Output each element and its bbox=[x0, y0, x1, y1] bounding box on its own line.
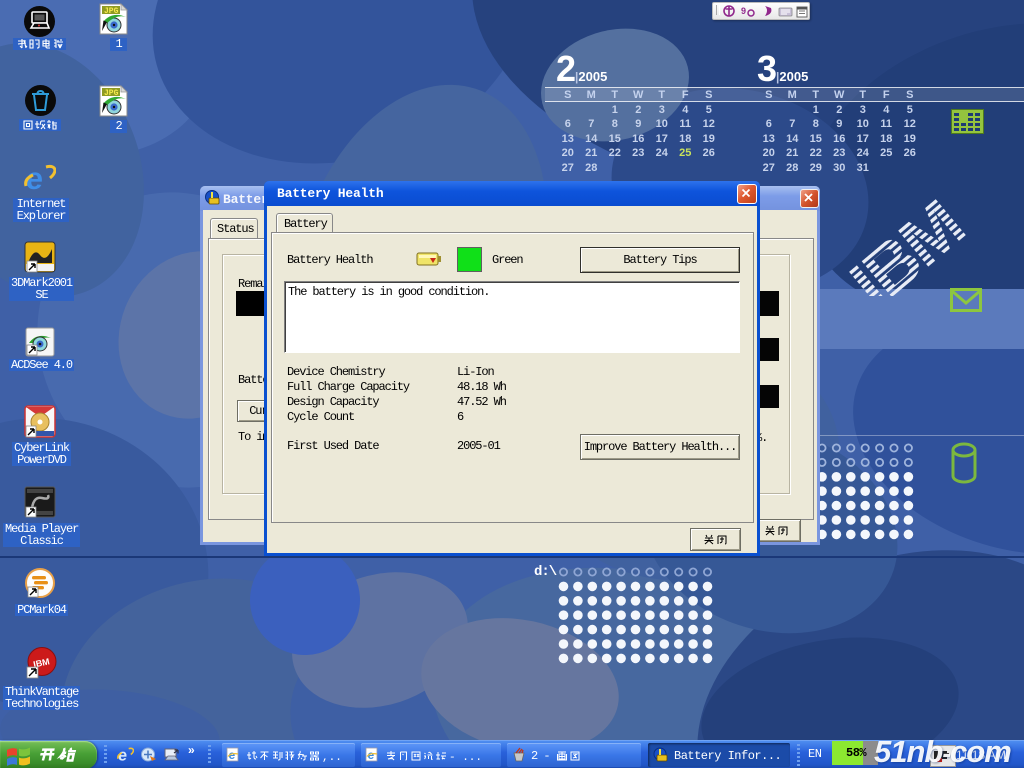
svg-text:,...: ,... bbox=[322, 752, 344, 763]
svg-text:IBM: IBM bbox=[840, 192, 977, 296]
svg-text:- ...: - ... bbox=[449, 752, 482, 763]
svg-text:JPG: JPG bbox=[104, 7, 119, 16]
svg-text:9: 9 bbox=[741, 6, 746, 16]
svg-text:JPG: JPG bbox=[104, 89, 119, 98]
